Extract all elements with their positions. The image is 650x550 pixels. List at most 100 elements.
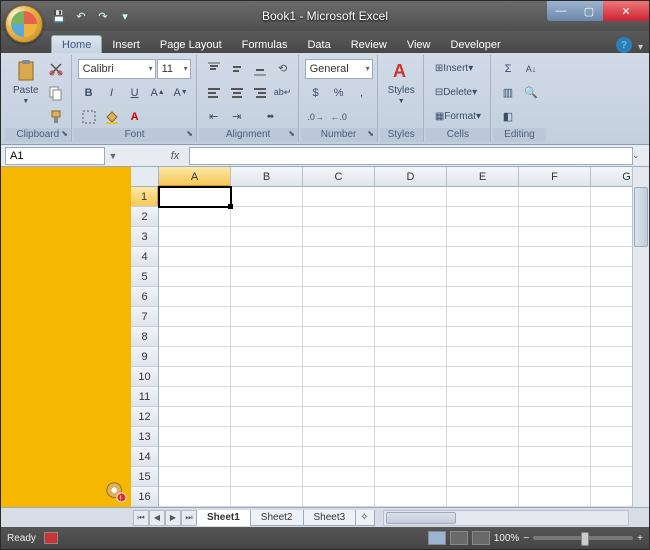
cell-E14[interactable] — [447, 447, 519, 467]
styles-button[interactable]: A Styles ▼ — [384, 57, 419, 128]
cell-B2[interactable] — [231, 207, 303, 227]
tab-formulas[interactable]: Formulas — [232, 36, 298, 53]
cell-B14[interactable] — [231, 447, 303, 467]
cell-D4[interactable] — [375, 247, 447, 267]
underline-button[interactable]: U — [124, 83, 146, 103]
cell-F13[interactable] — [519, 427, 591, 447]
cell-B13[interactable] — [231, 427, 303, 447]
cell-C9[interactable] — [303, 347, 375, 367]
cell-A1[interactable] — [159, 187, 231, 207]
office-button[interactable] — [5, 5, 43, 43]
cell-C16[interactable] — [303, 487, 375, 507]
orientation-button[interactable]: ⟲ — [272, 59, 294, 79]
cell-C10[interactable] — [303, 367, 375, 387]
save-icon[interactable]: 💾 — [51, 8, 67, 24]
help-icon[interactable]: ? — [616, 37, 632, 53]
cell-B12[interactable] — [231, 407, 303, 427]
row-header-1[interactable]: 1 — [131, 187, 159, 207]
paste-button[interactable]: Paste ▼ — [9, 57, 43, 128]
row-header-2[interactable]: 2 — [131, 207, 159, 227]
cell-A11[interactable] — [159, 387, 231, 407]
fill-button[interactable]: ▥ — [497, 83, 519, 103]
undo-icon[interactable]: ↶ — [73, 8, 89, 24]
cell-D15[interactable] — [375, 467, 447, 487]
redo-icon[interactable]: ↷ — [95, 8, 111, 24]
tab-review[interactable]: Review — [341, 36, 397, 53]
cell-E3[interactable] — [447, 227, 519, 247]
row-header-6[interactable]: 6 — [131, 287, 159, 307]
cell-B11[interactable] — [231, 387, 303, 407]
row-header-5[interactable]: 5 — [131, 267, 159, 287]
cell-D16[interactable] — [375, 487, 447, 507]
number-dialog-icon[interactable]: ⬊ — [366, 129, 376, 139]
cell-B10[interactable] — [231, 367, 303, 387]
sheet-tab-2[interactable]: Sheet2 — [250, 510, 304, 526]
cell-E10[interactable] — [447, 367, 519, 387]
col-header-B[interactable]: B — [231, 167, 303, 187]
name-box[interactable]: A1 — [5, 147, 105, 165]
cell-B5[interactable] — [231, 267, 303, 287]
number-format-combo[interactable]: General — [305, 59, 373, 79]
cell-E2[interactable] — [447, 207, 519, 227]
cell-B3[interactable] — [231, 227, 303, 247]
cell-F3[interactable] — [519, 227, 591, 247]
cell-D10[interactable] — [375, 367, 447, 387]
col-header-D[interactable]: D — [375, 167, 447, 187]
tab-home[interactable]: Home — [51, 35, 102, 53]
cell-B8[interactable] — [231, 327, 303, 347]
row-header-3[interactable]: 3 — [131, 227, 159, 247]
align-center-button[interactable] — [226, 83, 248, 103]
font-color-button[interactable]: A — [124, 107, 146, 127]
vscroll-thumb[interactable] — [634, 187, 648, 247]
tab-developer[interactable]: Developer — [440, 36, 510, 53]
row-header-8[interactable]: 8 — [131, 327, 159, 347]
row-header-12[interactable]: 12 — [131, 407, 159, 427]
cell-B4[interactable] — [231, 247, 303, 267]
cell-A2[interactable] — [159, 207, 231, 227]
cell-C13[interactable] — [303, 427, 375, 447]
cell-A14[interactable] — [159, 447, 231, 467]
qat-customize-icon[interactable]: ▾ — [117, 8, 133, 24]
currency-button[interactable]: $ — [305, 83, 327, 103]
cell-B1[interactable] — [231, 187, 303, 207]
cell-A12[interactable] — [159, 407, 231, 427]
gear-alert-icon[interactable]: ! — [105, 481, 127, 503]
cut-button[interactable] — [45, 59, 67, 79]
spreadsheet-grid[interactable]: ABCDEFG12345678910111213141516 — [131, 167, 649, 507]
tab-last-button[interactable]: ⏭ — [181, 510, 197, 526]
cell-E6[interactable] — [447, 287, 519, 307]
cell-A3[interactable] — [159, 227, 231, 247]
sort-filter-button[interactable]: A↓ — [520, 59, 542, 79]
shrink-font-button[interactable]: A▼ — [170, 83, 192, 103]
cell-E16[interactable] — [447, 487, 519, 507]
cell-D13[interactable] — [375, 427, 447, 447]
zoom-out-button[interactable]: − — [523, 533, 529, 544]
cell-F16[interactable] — [519, 487, 591, 507]
cell-E5[interactable] — [447, 267, 519, 287]
cell-E9[interactable] — [447, 347, 519, 367]
col-header-C[interactable]: C — [303, 167, 375, 187]
row-header-10[interactable]: 10 — [131, 367, 159, 387]
row-header-13[interactable]: 13 — [131, 427, 159, 447]
cell-B7[interactable] — [231, 307, 303, 327]
insert-cells-button[interactable]: ⊞ Insert ▾ — [430, 59, 478, 79]
grow-font-button[interactable]: A▲ — [147, 83, 169, 103]
task-pane[interactable]: ! — [1, 167, 131, 507]
cell-D12[interactable] — [375, 407, 447, 427]
align-left-button[interactable] — [203, 83, 225, 103]
autosum-button[interactable]: Σ — [497, 59, 519, 79]
font-name-combo[interactable]: Calibri — [78, 59, 156, 79]
cell-A10[interactable] — [159, 367, 231, 387]
bold-button[interactable]: B — [78, 83, 100, 103]
row-header-9[interactable]: 9 — [131, 347, 159, 367]
view-normal-button[interactable] — [428, 531, 446, 545]
format-cells-button[interactable]: ▦ Format ▾ — [430, 107, 486, 127]
minimize-button[interactable]: — — [547, 1, 575, 21]
cell-C5[interactable] — [303, 267, 375, 287]
cell-D3[interactable] — [375, 227, 447, 247]
cell-D8[interactable] — [375, 327, 447, 347]
cell-E13[interactable] — [447, 427, 519, 447]
view-layout-button[interactable] — [450, 531, 468, 545]
cell-B6[interactable] — [231, 287, 303, 307]
zoom-in-button[interactable]: + — [637, 533, 643, 544]
